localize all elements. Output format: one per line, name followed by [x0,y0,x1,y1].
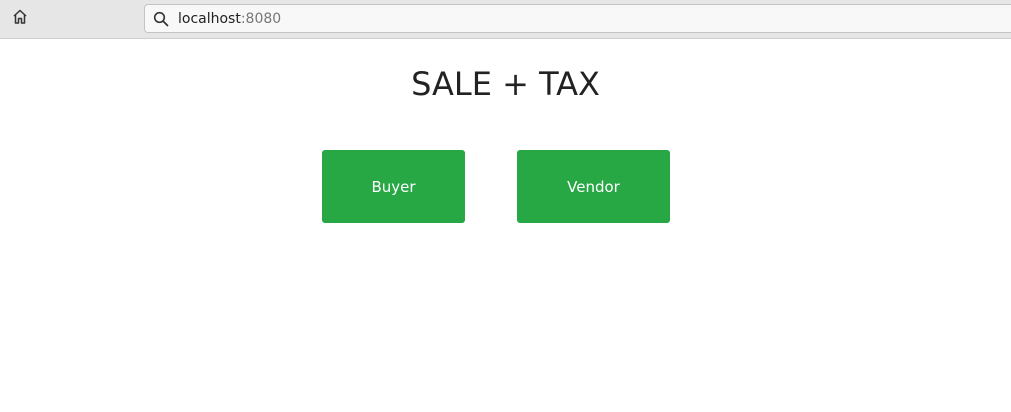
home-icon [11,8,29,30]
page-title: SALE + TAX [411,65,600,103]
url-port: :8080 [240,10,282,27]
page-content: SALE + TAX Buyer Vendor [0,40,1011,412]
buyer-button[interactable]: Buyer [322,150,465,223]
url-text: localhost:8080 [178,11,281,27]
browser-toolbar: localhost:8080 [0,0,1011,39]
address-bar[interactable]: localhost:8080 [144,4,1011,33]
url-host: localhost [178,10,241,27]
search-icon [153,11,169,27]
home-button[interactable] [8,8,32,30]
vendor-button[interactable]: Vendor [517,150,670,223]
